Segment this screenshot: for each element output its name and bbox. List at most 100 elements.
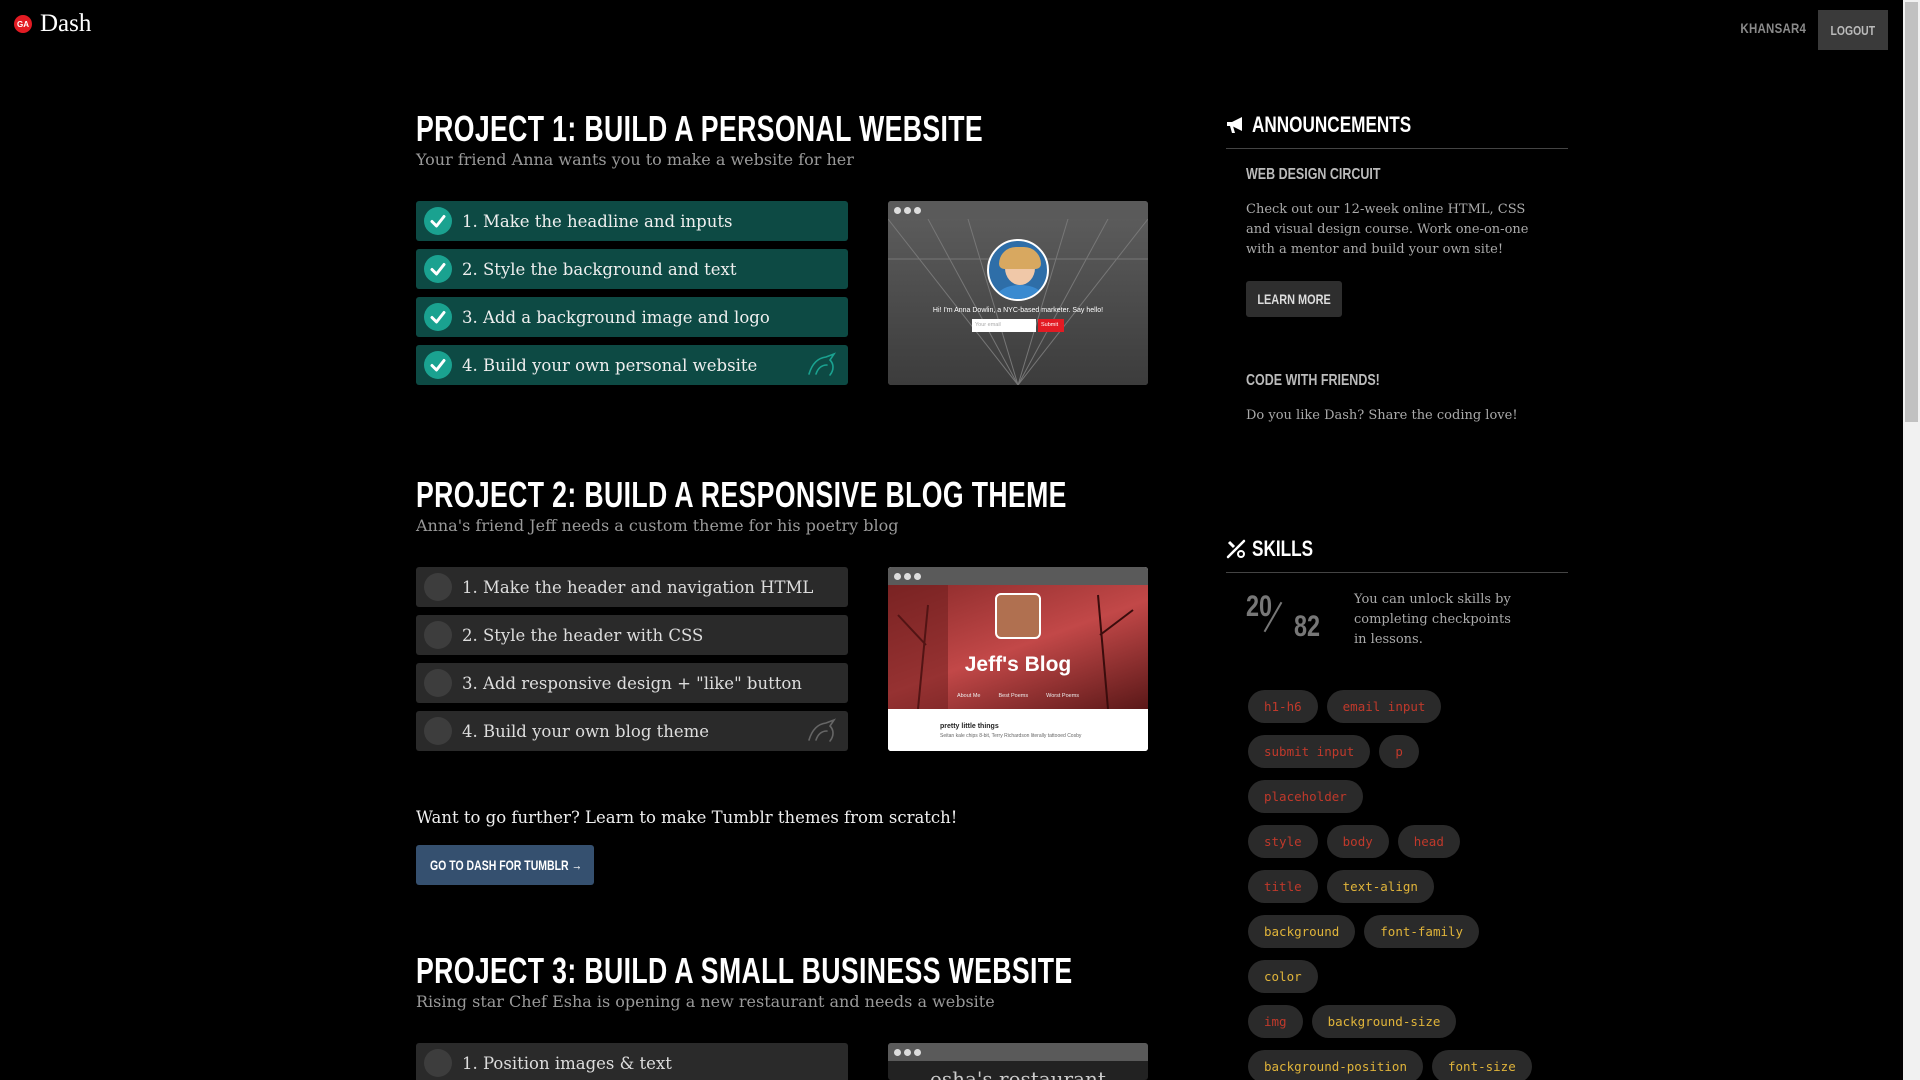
unicorn-icon [808, 718, 837, 742]
empty-circle-icon [424, 621, 452, 649]
scrollbar-thumb[interactable] [1905, 2, 1918, 422]
tumblr-button[interactable]: GO TO DASH FOR TUMBLR → [416, 845, 594, 885]
step-item[interactable]: 4. Build your own personal website [416, 345, 848, 385]
skill-tag-row: img background-size [1248, 1005, 1558, 1038]
skills-note: You can unlock skills by completing chec… [1354, 592, 1511, 647]
blog-avatar [995, 593, 1041, 639]
preview-post-text: Seitan kale chips 8-bit, Terry Richardso… [940, 733, 1082, 739]
skill-tag-row: submit input p [1248, 735, 1558, 768]
project-subtitle: Your friend Anna wants you to make a web… [416, 150, 854, 169]
tumblr-button-label: GO TO DASH FOR TUMBLR → [430, 857, 583, 873]
skills-unlocked: 20 [1246, 590, 1273, 623]
skill-tag-row: h1-h6 email input [1248, 690, 1558, 723]
step-label: 2. Style the background and text [462, 259, 737, 279]
logo[interactable]: GA Dash [14, 10, 91, 38]
step-list: 1. Make the headline and inputs 2. Style… [416, 201, 848, 393]
preview-post: pretty little things Seitan kale chips 8… [888, 709, 1148, 751]
tumblr-promo-text: Want to go further? Learn to make Tumblr… [416, 808, 958, 827]
skill-tag[interactable]: submit input [1248, 735, 1371, 768]
preview-submit-button: Submit [1038, 319, 1064, 332]
preview-nav-item: Worst Poems [1046, 693, 1080, 699]
check-icon [424, 255, 452, 283]
skill-tag-row: background font-family [1248, 915, 1558, 948]
skill-tag[interactable]: head [1397, 825, 1460, 858]
announcements-title: ANNOUNCEMENTS [1252, 112, 1412, 137]
skill-tags: h1-h6 email input submit input p placeholder… [1248, 690, 1558, 1080]
skill-tag-row: placeholder [1248, 780, 1558, 813]
browser-bar [888, 1043, 1148, 1061]
announcement-body: Check out our 12-week online HTML, CSS a… [1246, 202, 1529, 257]
skill-tag[interactable]: font-size [1432, 1050, 1532, 1080]
tools-icon [1226, 539, 1246, 559]
step-item[interactable]: 1. Make the headline and inputs [416, 201, 848, 241]
step-item[interactable]: 3. Add responsive design + "like" button [416, 663, 848, 703]
project-preview[interactable]: Jeff's Blog About Me Best Poems Worst Po… [888, 567, 1148, 751]
skill-tag-row: background-position font-size [1248, 1050, 1558, 1080]
preview-nav-item: About Me [956, 693, 981, 699]
project-subtitle: Anna's friend Jeff needs a custom theme … [416, 516, 899, 535]
preview-image: Hi! I'm Anna Dowlin, a NYC-based markete… [888, 219, 1148, 385]
project-preview[interactable]: Hi! I'm Anna Dowlin, a NYC-based markete… [888, 201, 1148, 385]
skill-tag[interactable]: h1-h6 [1248, 690, 1318, 723]
step-label: 4. Build your own personal website [462, 355, 758, 375]
preview-post-title: pretty little things [940, 723, 999, 730]
step-label: 1. Make the header and navigation HTML [462, 577, 814, 597]
project-1: PROJECT 1: BUILD A PERSONAL WEBSITE Your… [416, 108, 1148, 398]
step-item[interactable]: 3. Add a background image and logo [416, 297, 848, 337]
logout-label: LOGOUT [1830, 22, 1876, 38]
skill-tag[interactable]: background-size [1311, 1005, 1457, 1038]
step-item[interactable]: 1. Make the header and navigation HTML [416, 567, 848, 607]
preview-blog-title: Jeff's Blog [964, 653, 1072, 676]
learn-more-button[interactable]: LEARN MORE [1246, 281, 1342, 317]
step-item[interactable]: 1. Position images & text [416, 1043, 848, 1080]
skill-tag[interactable]: p [1379, 735, 1419, 768]
skill-tag-row: color [1248, 960, 1558, 993]
preview-header-image: Jeff's Blog About Me Best Poems Worst Po… [888, 585, 1148, 709]
empty-circle-icon [424, 717, 452, 745]
check-icon [424, 303, 452, 331]
announcements-header: ANNOUNCEMENTS [1226, 112, 1568, 149]
project-preview[interactable]: esha's restaurant [888, 1043, 1148, 1080]
preview-image: esha's restaurant [888, 1061, 1148, 1080]
announcement-title: CODE WITH FRIENDS! [1246, 372, 1380, 389]
skill-tag[interactable]: title [1248, 870, 1318, 903]
skill-tag[interactable]: background [1248, 915, 1356, 948]
logout-button[interactable]: LOGOUT [1818, 10, 1888, 50]
announcement-body: Do you like Dash? Share the coding love! [1246, 408, 1518, 423]
unicorn-icon [808, 352, 837, 376]
skill-tag[interactable]: body [1326, 825, 1389, 858]
skill-tag-row: title text-align [1248, 870, 1558, 903]
skill-tag[interactable]: img [1248, 1005, 1303, 1038]
skill-tag[interactable]: text-align [1326, 870, 1434, 903]
project-subtitle: Rising star Chef Esha is opening a new r… [416, 992, 995, 1011]
step-label: 3. Add a background image and logo [462, 307, 770, 327]
skill-tag[interactable]: font-family [1364, 915, 1480, 948]
skills-header: SKILLS [1226, 536, 1568, 573]
skills-counter: 20 82 [1246, 590, 1336, 650]
megaphone-icon [1227, 117, 1242, 133]
project-title: PROJECT 1: BUILD A PERSONAL WEBSITE [416, 108, 984, 149]
step-item[interactable]: 4. Build your own blog theme [416, 711, 848, 751]
step-item[interactable]: 2. Style the header with CSS [416, 615, 848, 655]
project-title: PROJECT 2: BUILD A RESPONSIVE BLOG THEME [416, 474, 1067, 515]
step-item[interactable]: 2. Style the background and text [416, 249, 848, 289]
username-link[interactable]: KHANSAR4 [1740, 20, 1806, 36]
avatar [987, 239, 1049, 301]
step-label: 4. Build your own blog theme [462, 721, 710, 741]
project-3: PROJECT 3: BUILD A SMALL BUSINESS WEBSIT… [416, 950, 1148, 1080]
skill-tag[interactable]: background-position [1248, 1050, 1423, 1080]
skill-tag[interactable]: color [1248, 960, 1318, 993]
skills-title: SKILLS [1252, 536, 1314, 561]
skill-tag-row: style body head [1248, 825, 1558, 858]
step-label: 2. Style the header with CSS [462, 625, 704, 645]
learn-more-label: LEARN MORE [1257, 291, 1331, 307]
step-label: 1. Make the headline and inputs [462, 211, 733, 231]
skill-tag[interactable]: email input [1326, 690, 1442, 723]
step-label: 3. Add responsive design + "like" button [462, 673, 802, 693]
skill-tag[interactable]: placeholder [1248, 780, 1363, 813]
preview-heading: esha's restaurant [930, 1067, 1106, 1080]
empty-circle-icon [424, 1049, 452, 1077]
skill-tag[interactable]: style [1248, 825, 1318, 858]
scrollbar[interactable] [1903, 0, 1920, 1080]
check-icon [424, 207, 452, 235]
